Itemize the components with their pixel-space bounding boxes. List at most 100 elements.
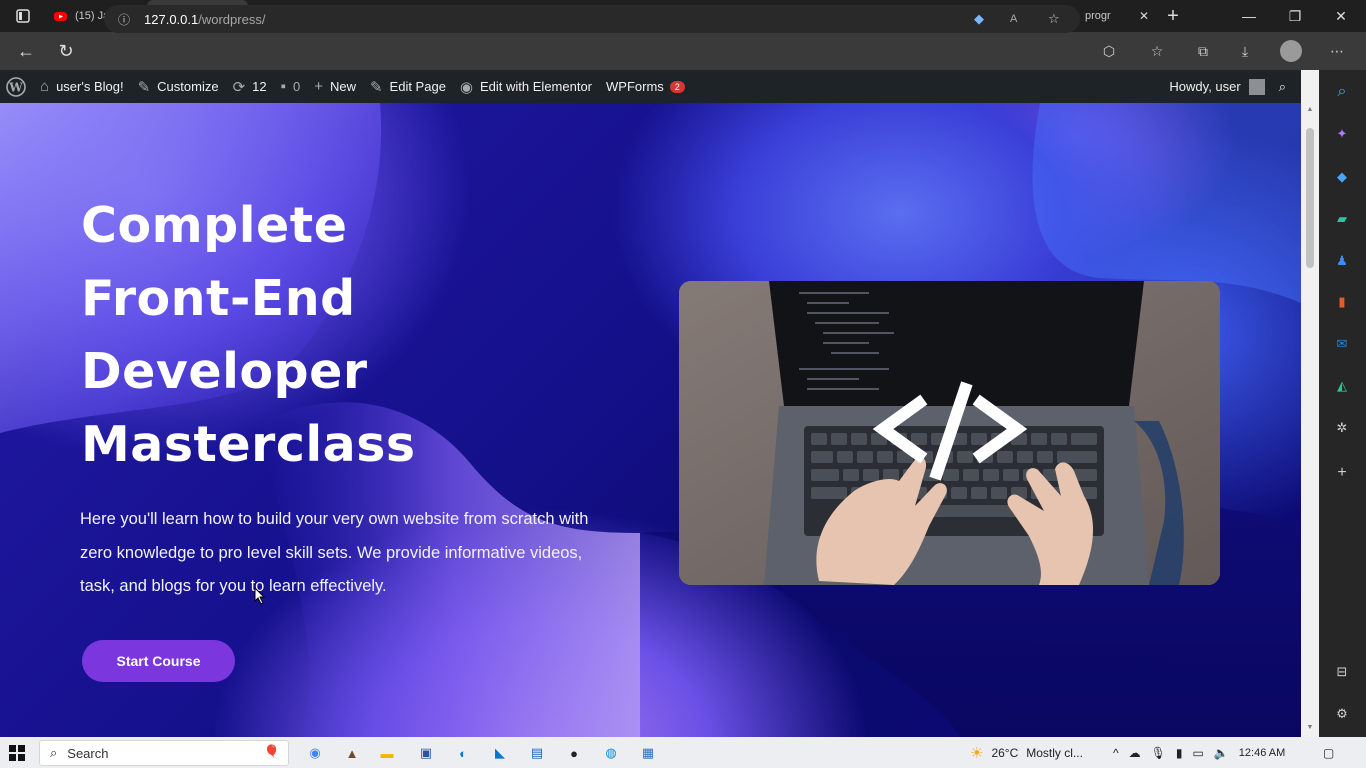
extension-gear-icon[interactable]: ✲ bbox=[1331, 417, 1353, 439]
shopping-icon[interactable]: ◆ bbox=[1331, 166, 1353, 188]
new-label: New bbox=[329, 79, 356, 94]
scroll-up-icon[interactable]: ▲ bbox=[1306, 106, 1314, 113]
url-input[interactable]: ⓘ 127.0.0.1/wordpress/ ◆ A ☆ bbox=[104, 5, 1080, 33]
battery-icon[interactable]: ▮ bbox=[1176, 746, 1183, 760]
restore-icon[interactable]: ❐ bbox=[1272, 0, 1318, 32]
youtube-icon bbox=[54, 10, 67, 23]
page-scrollbar[interactable]: ▲ ▼ bbox=[1301, 70, 1319, 737]
hero-laptop-image bbox=[679, 281, 1220, 585]
adminbar-edit-elementor[interactable]: ◉ Edit with Elementor bbox=[453, 70, 599, 103]
adminbar-new[interactable]: + New bbox=[307, 70, 363, 103]
hide-sidebar-icon[interactable]: ⊟ bbox=[1331, 661, 1353, 683]
add-sidebar-app-icon[interactable]: + bbox=[1331, 462, 1353, 484]
onedrive-icon[interactable]: ☁ bbox=[1129, 746, 1141, 760]
volume-icon[interactable]: 🔈 bbox=[1214, 746, 1229, 760]
favorites-icon[interactable]: ☆ bbox=[1142, 32, 1172, 70]
code-brackets-icon bbox=[679, 281, 1220, 585]
network-icon[interactable]: ▭ bbox=[1192, 746, 1203, 760]
new-tab-button[interactable]: + bbox=[1157, 5, 1189, 28]
sidebar-settings-icon[interactable]: ⚙ bbox=[1331, 703, 1353, 725]
search-highlight-icon: 🎈 bbox=[263, 744, 280, 759]
outlook-icon[interactable]: ✉ bbox=[1331, 333, 1353, 355]
file-explorer-icon[interactable]: ▬ bbox=[376, 742, 398, 764]
wpforms-label: WPForms bbox=[606, 79, 664, 94]
tab-actions-icon[interactable] bbox=[0, 0, 46, 32]
refresh-icon[interactable]: ↻ bbox=[46, 32, 86, 70]
notifications-icon[interactable]: ▢ bbox=[1323, 737, 1334, 768]
more-menu-icon[interactable]: ⋯ bbox=[1322, 32, 1352, 70]
brush-icon: ✎ bbox=[137, 78, 151, 96]
app-circle-icon[interactable]: ◍ bbox=[600, 742, 622, 764]
wordpress-logo-icon[interactable]: W bbox=[0, 70, 33, 103]
hero-title: Complete Front-End Developer Masterclass bbox=[81, 189, 581, 481]
drop-icon[interactable]: ◭ bbox=[1331, 375, 1353, 397]
chrome-app-icon[interactable]: ◉ bbox=[304, 742, 326, 764]
games-icon[interactable]: ♟ bbox=[1331, 250, 1353, 272]
wp-admin-bar: W ⌂ user's Blog! ✎ Customize ⟳ 12 ▪ 0 + New ✎… bbox=[0, 70, 1301, 103]
search-icon[interactable]: ⌕ bbox=[1331, 81, 1353, 103]
customize-label: Customize bbox=[157, 79, 219, 94]
store-icon[interactable]: ▣ bbox=[415, 742, 437, 764]
edge-app-icon[interactable]: ◐ bbox=[452, 742, 474, 764]
edit-page-label: Edit Page bbox=[389, 79, 446, 94]
plus-icon: + bbox=[314, 78, 323, 95]
info-icon[interactable]: ⓘ bbox=[118, 11, 130, 28]
weather-widget[interactable]: ☀ 26°C Mostly cl... bbox=[970, 737, 1083, 768]
windows-start-icon[interactable] bbox=[9, 745, 25, 766]
howdy-label: Howdy, user bbox=[1169, 79, 1241, 94]
user-avatar bbox=[1248, 78, 1265, 95]
close-window-icon[interactable]: ✕ bbox=[1318, 0, 1364, 32]
extensions-icon[interactable]: ⬡ bbox=[1094, 32, 1124, 70]
tools-icon[interactable]: ▰ bbox=[1331, 208, 1353, 230]
back-icon[interactable]: ← bbox=[6, 32, 46, 70]
adminbar-customize[interactable]: ✎ Customize bbox=[131, 70, 226, 103]
hero-section: Complete Front-End Developer Masterclass… bbox=[0, 103, 1301, 737]
windows-taskbar: ⌕ Search 🎈 ◉ ▲ ▬ ▣ ◐ ◣ ▤ ● ◍ ▦ ☀ 26°C Mo… bbox=[0, 737, 1366, 768]
add-favorite-icon[interactable]: ☆ bbox=[1048, 11, 1060, 27]
scrollbar-thumb[interactable] bbox=[1306, 128, 1314, 268]
weather-icon: ☀ bbox=[970, 744, 984, 762]
adminbar-my-account[interactable]: Howdy, user bbox=[1162, 70, 1271, 103]
clock-time[interactable]: 12:46 AM bbox=[1239, 747, 1285, 759]
read-aloud-icon[interactable]: A bbox=[1010, 13, 1017, 25]
taskbar-search-label: Search bbox=[67, 745, 109, 761]
adminbar-edit-page[interactable]: ✎ Edit Page bbox=[363, 70, 453, 103]
edge-sidebar: ⌕ ✦ ◆ ▰ ♟ ▮ ✉ ◭ ✲ + ⊟ ⚙ bbox=[1319, 70, 1366, 737]
office-icon[interactable]: ▮ bbox=[1331, 291, 1353, 313]
adminbar-wpforms[interactable]: WPForms 2 bbox=[599, 70, 692, 103]
downloads-icon[interactable]: ⤓ bbox=[1230, 32, 1260, 70]
start-course-button[interactable]: Start Course bbox=[82, 640, 235, 682]
copilot-icon[interactable]: ✦ bbox=[1331, 123, 1353, 145]
updates-count: 12 bbox=[252, 79, 267, 94]
vscode-app-icon[interactable]: ◣ bbox=[489, 742, 511, 764]
taskbar-search-input[interactable]: ⌕ Search 🎈 bbox=[39, 740, 289, 766]
hero-title-line: Complete bbox=[81, 197, 348, 254]
app-window-icon[interactable]: ▤ bbox=[526, 742, 548, 764]
site-name-label: user's Blog! bbox=[56, 79, 124, 94]
wpforms-badge: 2 bbox=[669, 80, 685, 93]
profile-avatar[interactable] bbox=[1276, 32, 1306, 70]
system-tray: ^ ☁ 🎙 ▮ ▭ 🔈 12:46 AM bbox=[1113, 737, 1285, 768]
app-blue-icon[interactable]: ▦ bbox=[637, 742, 659, 764]
tab-title: progr bbox=[1085, 10, 1111, 22]
microphone-icon[interactable]: 🎙 bbox=[1151, 746, 1166, 760]
comments-count: 0 bbox=[292, 79, 301, 94]
adminbar-comments[interactable]: ▪ 0 bbox=[274, 70, 308, 103]
close-tab-icon[interactable]: ✕ bbox=[1139, 9, 1149, 23]
mouse-cursor-icon bbox=[254, 586, 266, 610]
chevron-up-icon[interactable]: ^ bbox=[1113, 746, 1119, 760]
scroll-down-icon[interactable]: ▼ bbox=[1306, 724, 1314, 731]
search-icon: ⌕ bbox=[50, 745, 58, 760]
hero-title-line: Masterclass bbox=[81, 416, 416, 473]
adminbar-site-name[interactable]: ⌂ user's Blog! bbox=[33, 70, 131, 103]
adminbar-search-icon[interactable]: ⌕ bbox=[1272, 70, 1293, 103]
minimize-icon[interactable]: — bbox=[1226, 0, 1272, 32]
tag-icon[interactable]: ◆ bbox=[974, 11, 984, 27]
url-path: /wordpress/ bbox=[198, 11, 266, 27]
app-icon[interactable]: ▲ bbox=[341, 742, 363, 764]
adminbar-updates[interactable]: ⟳ 12 bbox=[226, 70, 274, 103]
collections-icon[interactable]: ⧉ bbox=[1188, 32, 1218, 70]
obs-app-icon[interactable]: ● bbox=[563, 742, 585, 764]
weather-desc: Mostly cl... bbox=[1026, 745, 1083, 760]
hero-description: Here you'll learn how to build your very… bbox=[80, 510, 589, 595]
